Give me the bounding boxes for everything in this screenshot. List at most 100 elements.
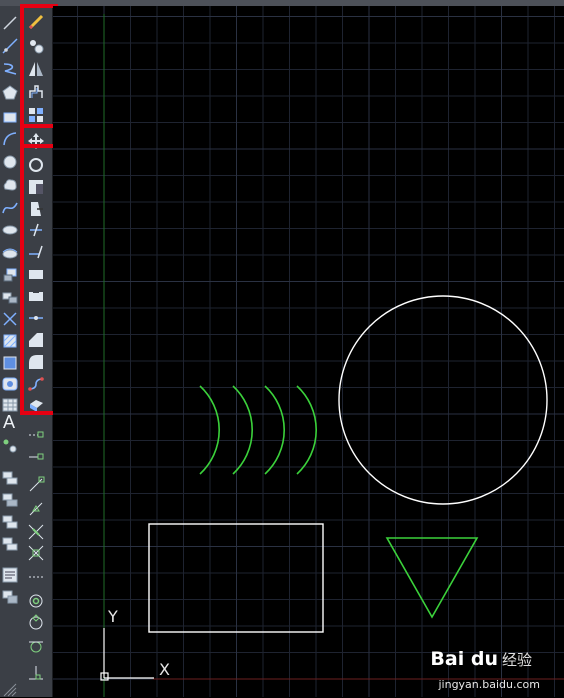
snap-perpendicular[interactable] — [27, 664, 45, 682]
add-selected-tool[interactable] — [1, 437, 19, 455]
insert-block-icon — [3, 268, 17, 282]
copy-block-icon — [2, 537, 18, 551]
mirror-tool[interactable] — [27, 60, 45, 78]
break-icon — [29, 291, 43, 301]
line-icon — [3, 16, 17, 30]
extension-icon — [29, 576, 43, 578]
snap-intersection[interactable] — [27, 523, 45, 541]
snap-center[interactable] — [27, 592, 45, 610]
arc-tool[interactable] — [1, 130, 19, 148]
track-icon — [29, 431, 44, 438]
rotate-tool[interactable] — [27, 156, 45, 174]
blend-curves-tool[interactable] — [27, 375, 45, 393]
snap-from[interactable] — [27, 448, 45, 466]
snap-tangent[interactable] — [27, 638, 45, 656]
move-tool[interactable] — [27, 132, 45, 150]
join-tool[interactable] — [27, 309, 45, 327]
gradient-tool[interactable] — [1, 354, 19, 372]
midpoint-icon — [29, 502, 43, 516]
ucs-x-label: X — [159, 660, 170, 679]
hatch-tool[interactable] — [1, 332, 19, 350]
text-style-tool[interactable] — [1, 566, 19, 584]
stretch-tool[interactable] — [27, 200, 45, 218]
stretch-icon — [31, 202, 43, 216]
snap-extension[interactable] — [27, 568, 45, 586]
rectangle-tool[interactable] — [1, 108, 19, 126]
snap-apparent-intersection[interactable] — [27, 544, 45, 562]
chamfer-tool[interactable] — [27, 331, 45, 349]
circle-tool[interactable] — [1, 153, 19, 171]
construction-line-tool[interactable] — [1, 37, 19, 55]
snap-midpoint[interactable] — [27, 500, 45, 518]
offset-tool[interactable] — [27, 83, 45, 101]
make-block-icon — [2, 292, 18, 304]
break-tool[interactable] — [27, 287, 45, 305]
toolbar-grip[interactable] — [2, 682, 18, 698]
ellipse-arc-tool[interactable] — [1, 244, 19, 262]
quadrant-icon — [29, 614, 43, 630]
erase-tool[interactable] — [27, 13, 45, 31]
mirror-icon — [29, 62, 43, 76]
array-icon — [29, 108, 43, 122]
add-selected-icon — [3, 439, 17, 453]
insert-block-tool[interactable] — [1, 266, 19, 284]
copy-tool[interactable] — [27, 37, 45, 55]
extend-tool[interactable] — [27, 243, 45, 261]
block-editor-tool[interactable] — [1, 469, 19, 487]
snap-endpoint[interactable] — [27, 476, 45, 494]
copy-icon — [30, 40, 44, 54]
text-icon: A — [3, 412, 16, 432]
polygon-tool[interactable] — [1, 84, 19, 102]
snap-from-icon — [29, 453, 44, 460]
rotate-icon — [29, 158, 43, 172]
ellipse-icon — [2, 225, 18, 235]
grid-minor — [53, 6, 564, 697]
external-ref-icon — [2, 590, 18, 604]
circle — [338, 295, 548, 505]
fillet-tool[interactable] — [27, 353, 45, 371]
polyline-tool[interactable] — [1, 60, 19, 78]
block-editor-icon — [2, 471, 18, 485]
grid-major — [53, 6, 564, 697]
write-block-tool[interactable] — [1, 491, 19, 509]
arc-icon — [3, 132, 17, 146]
break-at-point-tool[interactable] — [27, 265, 45, 283]
copy-block-tool[interactable] — [1, 535, 19, 553]
ellipse-tool[interactable] — [1, 221, 19, 239]
tangent-icon — [29, 641, 43, 653]
array-tool[interactable] — [27, 106, 45, 124]
blend-curves-icon — [28, 377, 44, 391]
extend-icon — [29, 245, 43, 259]
canvas-svg — [53, 6, 564, 697]
scale-icon — [29, 180, 43, 194]
revcloud-icon — [3, 179, 17, 191]
baidu-brand-sub: 经验 — [501, 651, 532, 669]
apparent-intersection-icon — [28, 545, 44, 561]
line-tool[interactable] — [1, 14, 19, 32]
multiline-text-tool[interactable]: A — [3, 412, 15, 433]
center-icon — [29, 594, 43, 608]
snap-temporary-track[interactable] — [27, 426, 45, 444]
trim-tool[interactable] — [27, 221, 45, 239]
region-tool[interactable] — [1, 375, 19, 393]
arc-2 — [232, 385, 254, 475]
snap-quadrant[interactable] — [27, 614, 45, 632]
attribute-icon — [2, 515, 18, 529]
ellipse-arc-icon — [2, 248, 18, 259]
revcloud-tool[interactable] — [1, 176, 19, 194]
draw-toolbar: A — [0, 6, 22, 697]
chamfer-icon — [29, 333, 43, 347]
explode-tool[interactable] — [27, 396, 45, 414]
point-tool[interactable] — [1, 310, 19, 328]
grip-icon — [3, 683, 17, 697]
spline-tool[interactable] — [1, 199, 19, 217]
make-block-tool[interactable] — [1, 288, 19, 306]
polyline-icon — [3, 63, 17, 75]
drawing-canvas[interactable]: Y X — [53, 6, 564, 697]
external-ref-tool[interactable] — [1, 588, 19, 606]
attribute-tool[interactable] — [1, 513, 19, 531]
erase-pencil-icon — [28, 14, 44, 30]
baidu-url: jingyan.baidu.com — [438, 678, 540, 691]
explode-icon — [30, 400, 43, 412]
scale-tool[interactable] — [27, 178, 45, 196]
